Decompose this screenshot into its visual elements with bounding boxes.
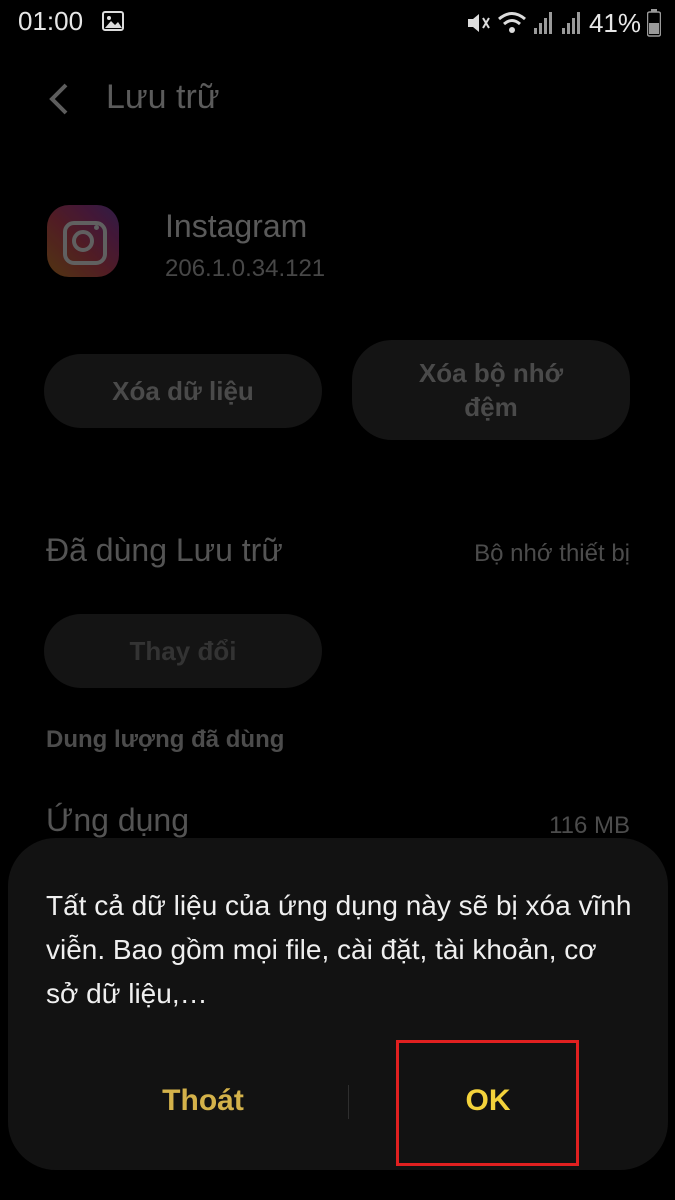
status-time: 01:00 [18, 6, 84, 36]
clear-data-button[interactable]: Xóa dữ liệu [44, 354, 322, 428]
screen: 01:00 41% Lưu trữ Instagram 206.1.0.34.1… [0, 0, 675, 1200]
dialog-buttons: Thoát OK [8, 1040, 668, 1166]
confirm-dialog: Tất cả dữ liệu của ứng dụng này sẽ bị xó… [8, 838, 668, 1170]
app-version: 206.1.0.34.121 [165, 255, 326, 282]
change-storage-button[interactable]: Thay đổi [44, 614, 322, 688]
signal-icon [561, 12, 580, 34]
status-icons: 41% [465, 6, 661, 40]
app-name: Instagram [165, 208, 308, 244]
signal-icon [533, 12, 552, 34]
app-size-label: Ứng dụng [46, 802, 189, 838]
cancel-button[interactable]: Thoát [68, 1073, 338, 1129]
page-title: Lưu trữ [106, 78, 220, 116]
back-arrow-icon[interactable] [46, 82, 72, 116]
status-bar: 01:00 41% [0, 0, 675, 48]
battery-icon [647, 9, 661, 37]
section-header: Dung lượng đã dùng [46, 726, 285, 753]
wifi-icon [497, 12, 526, 33]
image-notification-icon [102, 11, 124, 31]
button-divider [348, 1085, 349, 1119]
instagram-app-icon [47, 205, 119, 277]
battery-percent: 41% [588, 7, 641, 38]
highlight-box [396, 1040, 579, 1166]
storage-used-label: Đã dùng Lưu trữ [46, 532, 283, 568]
clear-cache-button[interactable]: Xóa bộ nhớ đệm [352, 340, 630, 440]
app-size-value: 116 MB [549, 812, 630, 839]
storage-location: Bộ nhớ thiết bị [474, 540, 630, 567]
dialog-message: Tất cả dữ liệu của ứng dụng này sẽ bị xó… [46, 890, 632, 1009]
mute-icon [467, 14, 490, 32]
